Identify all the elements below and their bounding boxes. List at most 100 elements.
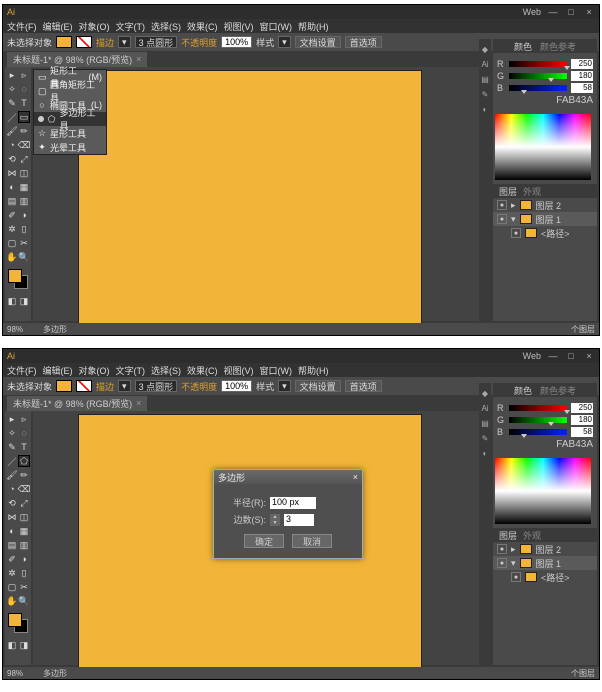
- color-spectrum[interactable]: [495, 114, 591, 180]
- zoom-level[interactable]: 98%: [7, 325, 23, 334]
- stroke-label[interactable]: 描边: [96, 380, 114, 393]
- document-tab[interactable]: 未标题-1* @ 98% (RGB/预览) ×: [7, 396, 147, 411]
- menu-view[interactable]: 视图(V): [224, 20, 254, 33]
- layer-row[interactable]: ●▾图层 1: [493, 212, 597, 226]
- artboard-tool-icon[interactable]: ▢: [6, 581, 18, 593]
- direct-select-tool-icon[interactable]: ▹: [18, 413, 30, 425]
- visibility-toggle-icon[interactable]: ●: [497, 544, 507, 554]
- fill-swatch[interactable]: [56, 380, 72, 392]
- gradient-tool-icon[interactable]: ▥: [18, 539, 30, 551]
- style-label[interactable]: 样式: [256, 36, 274, 49]
- tab-layers[interactable]: 图层: [499, 185, 517, 198]
- brush-field[interactable]: 3 点圆形: [135, 380, 178, 392]
- layer-row[interactable]: ●▾图层 1: [493, 556, 597, 570]
- perspective-tool-icon[interactable]: ▦: [18, 525, 30, 537]
- wand-tool-icon[interactable]: ✧: [6, 83, 18, 95]
- prefs-button[interactable]: 首选项: [345, 380, 382, 392]
- layer-row[interactable]: ●▸图层 2: [493, 542, 597, 556]
- opacity-field[interactable]: 100%: [221, 380, 252, 392]
- lasso-tool-icon[interactable]: ◌: [18, 427, 30, 439]
- blend-tool-icon[interactable]: ◑: [18, 209, 30, 221]
- visibility-toggle-icon[interactable]: ●: [511, 572, 521, 582]
- close-button[interactable]: ×: [583, 7, 595, 17]
- menu-effect[interactable]: 效果(C): [187, 20, 218, 33]
- menu-edit[interactable]: 编辑(E): [43, 364, 73, 377]
- perspective-tool-icon[interactable]: ▦: [18, 181, 30, 193]
- b-slider[interactable]: B58: [497, 83, 593, 93]
- menu-object[interactable]: 对象(O): [79, 20, 110, 33]
- r-slider[interactable]: R250: [497, 59, 593, 69]
- menu-type[interactable]: 文字(T): [116, 364, 146, 377]
- dialog-close-icon[interactable]: ×: [353, 472, 358, 482]
- expand-icon[interactable]: ▸: [511, 200, 516, 211]
- width-tool-icon[interactable]: ⋈: [6, 511, 18, 523]
- type-tool-icon[interactable]: T: [18, 97, 30, 109]
- tab-close-icon[interactable]: ×: [136, 54, 141, 64]
- wand-tool-icon[interactable]: ✧: [6, 427, 18, 439]
- radius-input[interactable]: 100 px: [270, 497, 316, 509]
- stroke-weight-field[interactable]: ▾: [118, 380, 131, 392]
- flyout-polygon[interactable]: ⬠多边形工具: [34, 112, 106, 126]
- gradient-tool-icon[interactable]: ▥: [18, 195, 30, 207]
- mesh-tool-icon[interactable]: ▤: [6, 195, 18, 207]
- panel-icon[interactable]: ▤: [481, 419, 489, 428]
- rotate-tool-icon[interactable]: ⟲: [6, 153, 18, 165]
- opacity-label[interactable]: 不透明度: [181, 36, 217, 49]
- menu-file[interactable]: 文件(F): [7, 20, 37, 33]
- expand-icon[interactable]: ▸: [511, 544, 516, 555]
- mesh-tool-icon[interactable]: ▤: [6, 539, 18, 551]
- line-tool-icon[interactable]: ／: [6, 111, 18, 123]
- panel-icon[interactable]: ◆: [482, 389, 488, 398]
- tab-color-guide[interactable]: 颜色参考: [540, 40, 576, 53]
- selection-tool-icon[interactable]: ▸: [6, 413, 18, 425]
- style-field[interactable]: ▾: [278, 36, 291, 48]
- sides-stepper[interactable]: ▲▼: [270, 514, 280, 526]
- cancel-button[interactable]: 取消: [292, 534, 332, 548]
- slice-tool-icon[interactable]: ✂: [18, 581, 30, 593]
- menu-type[interactable]: 文字(T): [116, 20, 146, 33]
- flyout-flare[interactable]: ✦光晕工具: [34, 140, 106, 154]
- rectangle-tool-icon[interactable]: ▭: [18, 111, 30, 123]
- brush-tool-icon[interactable]: 🖌: [6, 125, 18, 137]
- menu-view[interactable]: 视图(V): [224, 364, 254, 377]
- style-label[interactable]: 样式: [256, 380, 274, 393]
- line-tool-icon[interactable]: ／: [6, 455, 18, 467]
- menu-edit[interactable]: 编辑(E): [43, 20, 73, 33]
- chevron-down-icon[interactable]: ▼: [270, 520, 280, 526]
- menu-window[interactable]: 窗口(W): [260, 20, 293, 33]
- artboard-tool-icon[interactable]: ▢: [6, 237, 18, 249]
- minimize-button[interactable]: —: [547, 351, 559, 361]
- opacity-field[interactable]: 100%: [221, 36, 252, 48]
- doc-setup-button[interactable]: 文档设置: [295, 36, 341, 48]
- lasso-tool-icon[interactable]: ◌: [18, 83, 30, 95]
- layer-row[interactable]: ●▸图层 2: [493, 198, 597, 212]
- menu-select[interactable]: 选择(S): [151, 364, 181, 377]
- brush-field[interactable]: 3 点圆形: [135, 36, 178, 48]
- selection-tool-icon[interactable]: ▸: [6, 69, 18, 81]
- eyedropper-tool-icon[interactable]: ✐: [6, 209, 18, 221]
- opacity-label[interactable]: 不透明度: [181, 380, 217, 393]
- visibility-toggle-icon[interactable]: ●: [497, 200, 507, 210]
- hex-field[interactable]: FAB43A: [553, 439, 593, 450]
- panel-icon[interactable]: ✎: [482, 434, 489, 443]
- r-slider[interactable]: R250: [497, 403, 593, 413]
- tab-appearance[interactable]: 外观: [523, 185, 541, 198]
- color-mode-icon[interactable]: ◧: [6, 639, 18, 651]
- pencil-tool-icon[interactable]: ✏: [18, 125, 30, 137]
- sides-input[interactable]: 3: [284, 514, 314, 526]
- menu-window[interactable]: 窗口(W): [260, 364, 293, 377]
- menu-object[interactable]: 对象(O): [79, 364, 110, 377]
- layer-row[interactable]: ●<路径>: [493, 570, 597, 584]
- hex-field[interactable]: FAB43A: [553, 95, 593, 106]
- shapebuilder-tool-icon[interactable]: ◐: [6, 181, 18, 193]
- menu-file[interactable]: 文件(F): [7, 364, 37, 377]
- panel-icon[interactable]: ✎: [482, 90, 489, 99]
- blob-brush-tool-icon[interactable]: ◔: [6, 483, 18, 495]
- flyout-rounded-rect[interactable]: ▢圆角矩形工具: [34, 84, 106, 98]
- dialog-titlebar[interactable]: 多边形 ×: [214, 470, 362, 484]
- maximize-button[interactable]: □: [565, 7, 577, 17]
- menu-help[interactable]: 帮助(H): [298, 364, 329, 377]
- menu-effect[interactable]: 效果(C): [187, 364, 218, 377]
- type-tool-icon[interactable]: T: [18, 441, 30, 453]
- zoom-tool-icon[interactable]: 🔍: [18, 251, 30, 263]
